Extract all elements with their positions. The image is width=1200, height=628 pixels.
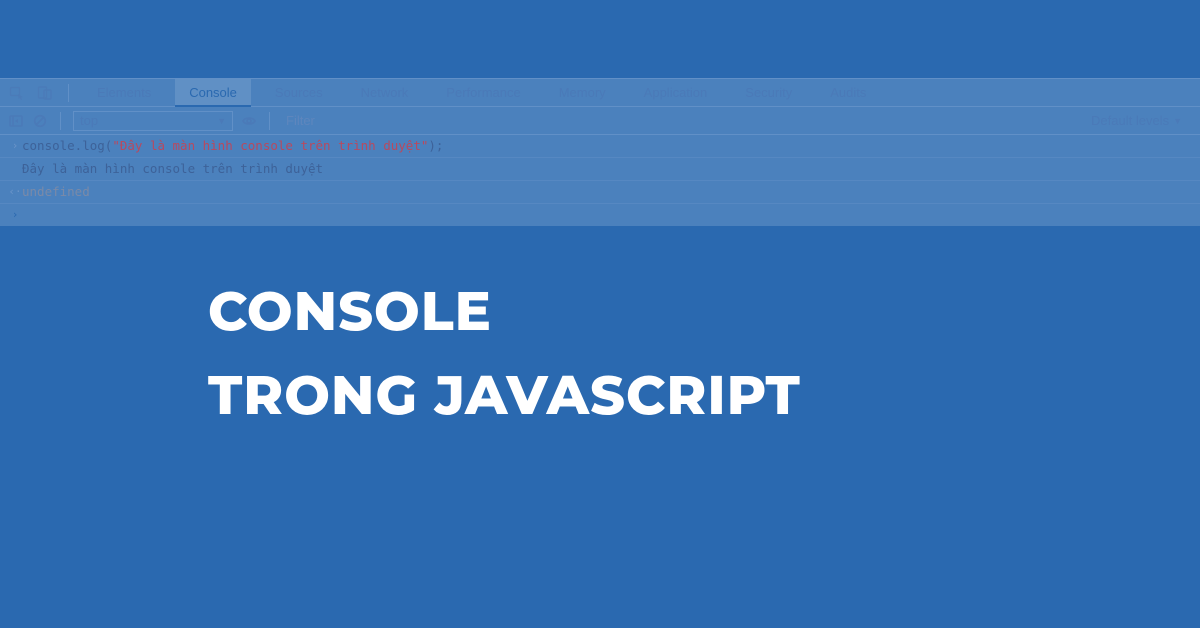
tab-security[interactable]: Security bbox=[731, 79, 806, 107]
title-line-1: CONSOLE bbox=[208, 270, 801, 354]
slide-title: CONSOLE TRONG JAVASCRIPT bbox=[208, 270, 801, 437]
prompt-chevron-icon: › bbox=[8, 205, 22, 225]
live-expression-icon[interactable] bbox=[241, 113, 257, 129]
window-titlebar-area bbox=[0, 0, 1200, 78]
separator bbox=[269, 112, 270, 130]
tab-performance[interactable]: Performance bbox=[432, 79, 534, 107]
input-chevron-icon: › bbox=[8, 136, 22, 156]
devtools-tabbar: Elements Console Sources Network Perform… bbox=[0, 79, 1200, 107]
console-input-row: › console.log("Đây là màn hình console t… bbox=[0, 135, 1200, 158]
title-line-2: TRONG JAVASCRIPT bbox=[208, 354, 801, 438]
context-label: top bbox=[80, 113, 98, 128]
log-levels-label: Default levels bbox=[1091, 113, 1169, 128]
filter-input[interactable] bbox=[282, 111, 1083, 131]
log-levels-dropdown[interactable]: Default levels ▼ bbox=[1091, 113, 1192, 128]
console-sidebar-toggle-icon[interactable] bbox=[8, 113, 24, 129]
tab-application[interactable]: Application bbox=[630, 79, 722, 107]
separator bbox=[68, 84, 69, 102]
console-filterbar: top ▼ Default levels ▼ bbox=[0, 107, 1200, 135]
console-log-text: Đây là màn hình console trên trình duyệt bbox=[22, 159, 1192, 179]
console-return-row: ‹· undefined bbox=[0, 181, 1200, 204]
console-return-value: undefined bbox=[22, 182, 1192, 202]
tab-memory[interactable]: Memory bbox=[545, 79, 620, 107]
clear-console-icon[interactable] bbox=[32, 113, 48, 129]
tab-elements[interactable]: Elements bbox=[83, 79, 165, 107]
chevron-down-icon: ▼ bbox=[217, 116, 226, 126]
chevron-down-icon: ▼ bbox=[1173, 116, 1182, 126]
return-arrow-icon: ‹· bbox=[8, 182, 22, 202]
context-dropdown[interactable]: top ▼ bbox=[73, 111, 233, 131]
separator bbox=[60, 112, 61, 130]
tab-audits[interactable]: Audits bbox=[816, 79, 880, 107]
console-prompt-row[interactable]: › bbox=[0, 204, 1200, 226]
console-output: › console.log("Đây là màn hình console t… bbox=[0, 135, 1200, 226]
tab-network[interactable]: Network bbox=[347, 79, 423, 107]
console-log-row: Đây là màn hình console trên trình duyệt bbox=[0, 158, 1200, 181]
device-toolbar-icon[interactable] bbox=[36, 84, 54, 102]
tab-console[interactable]: Console bbox=[175, 79, 251, 107]
console-input-code: console.log("Đây là màn hình console trê… bbox=[22, 136, 1192, 156]
devtools-panel: Elements Console Sources Network Perform… bbox=[0, 78, 1200, 226]
inspect-element-icon[interactable] bbox=[8, 84, 26, 102]
tab-sources[interactable]: Sources bbox=[261, 79, 337, 107]
